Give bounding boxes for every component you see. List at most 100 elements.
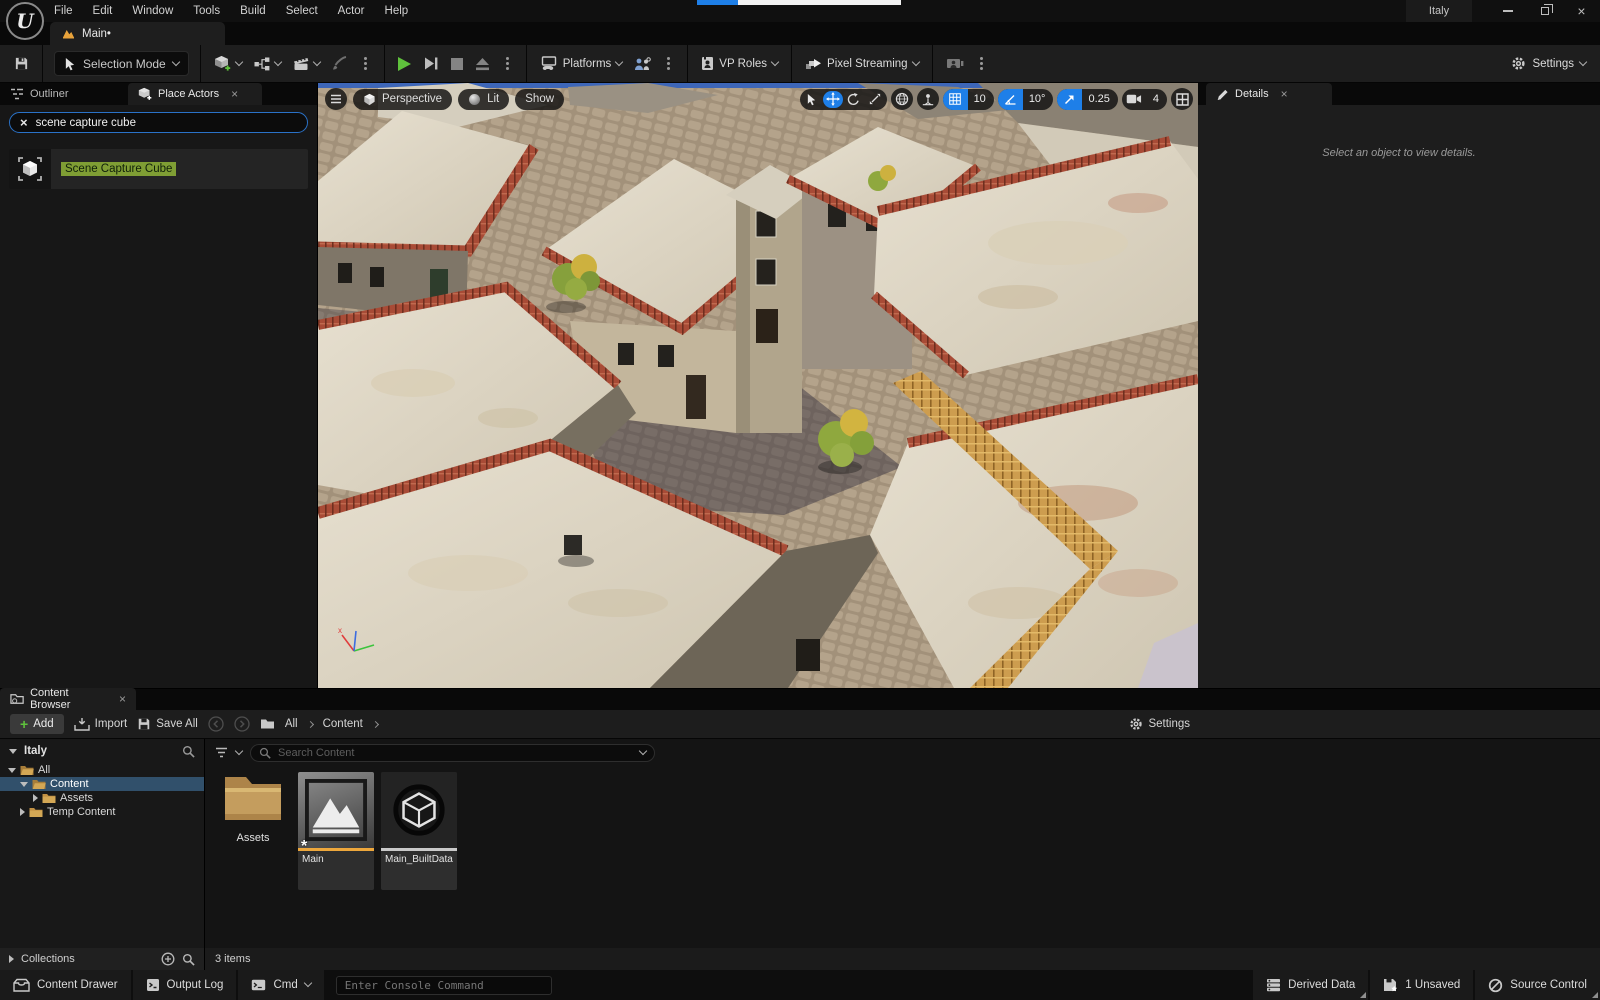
- menu-item-actor[interactable]: Actor: [338, 5, 365, 17]
- cb-settings-button[interactable]: Settings: [1129, 717, 1190, 731]
- chevron-down-icon[interactable]: [235, 746, 243, 754]
- select-tool[interactable]: [802, 91, 822, 108]
- restore-button[interactable]: [1526, 0, 1563, 22]
- close-icon[interactable]: ×: [119, 692, 126, 706]
- camera-speed-control[interactable]: 4: [1122, 89, 1167, 110]
- content-drawer-button[interactable]: Content Drawer: [0, 970, 131, 1000]
- add-collection-icon[interactable]: [161, 952, 175, 966]
- console-command-input[interactable]: [345, 979, 543, 992]
- settings-dropdown[interactable]: Settings: [1511, 56, 1592, 71]
- chevron-down-icon: [234, 57, 242, 65]
- cursor-icon: [64, 57, 76, 71]
- save-all-button[interactable]: Save All: [137, 717, 198, 731]
- chevron-down-icon[interactable]: [639, 746, 647, 754]
- close-icon[interactable]: ×: [231, 87, 238, 101]
- perspective-dropdown[interactable]: Perspective: [353, 89, 452, 110]
- status-bar: Content Drawer Output Log Cmd Derived Da…: [0, 970, 1600, 1000]
- place-actors-search-input[interactable]: [36, 117, 297, 129]
- menu-item-edit[interactable]: Edit: [93, 5, 113, 17]
- menu-item-file[interactable]: File: [54, 5, 73, 17]
- grid-snap-control[interactable]: 10: [943, 89, 994, 110]
- folder-icon: [222, 772, 284, 824]
- add-actor-button[interactable]: [208, 51, 248, 77]
- stop-button[interactable]: [445, 51, 469, 77]
- level-tab-main[interactable]: Main•: [50, 22, 225, 45]
- skip-frame-button[interactable]: [417, 51, 445, 77]
- cinematics-button[interactable]: [287, 51, 326, 77]
- show-dropdown[interactable]: Show: [515, 89, 564, 110]
- surface-snapping-button[interactable]: [917, 88, 939, 110]
- move-tool[interactable]: [823, 91, 843, 108]
- forward-button[interactable]: [234, 716, 250, 732]
- multi-user-options-menu[interactable]: [657, 51, 680, 77]
- output-log-button[interactable]: Output Log: [133, 970, 237, 1000]
- place-actors-search-field[interactable]: ×: [9, 112, 308, 133]
- scale-snap-control[interactable]: 0.25: [1057, 89, 1117, 110]
- unsaved-button[interactable]: 1 Unsaved: [1370, 970, 1473, 1000]
- capture-options-menu[interactable]: [970, 51, 993, 77]
- menu-item-build[interactable]: Build: [240, 5, 266, 17]
- scale-tool[interactable]: [865, 91, 885, 108]
- tab-details[interactable]: Details ×: [1206, 83, 1332, 105]
- content-search-input[interactable]: [278, 747, 633, 759]
- vp-roles-dropdown[interactable]: VP Roles: [695, 51, 784, 77]
- console-command-field[interactable]: [336, 976, 552, 995]
- toolbar-overflow-menu[interactable]: [354, 51, 377, 77]
- minimize-button[interactable]: [1489, 0, 1526, 22]
- blueprints-button[interactable]: [248, 51, 287, 77]
- tab-outliner[interactable]: Outliner: [0, 83, 128, 105]
- level-viewport[interactable]: x Perspective Lit Show: [318, 83, 1198, 688]
- multi-user-button[interactable]: [628, 51, 657, 77]
- lit-dropdown[interactable]: Lit: [458, 89, 509, 110]
- close-icon[interactable]: ×: [1281, 87, 1288, 101]
- unreal-logo-icon[interactable]: U: [6, 2, 44, 40]
- source-root-dropdown[interactable]: Italy: [0, 739, 204, 763]
- play-options-menu[interactable]: [496, 51, 519, 77]
- search-icon[interactable]: [182, 953, 195, 966]
- import-button[interactable]: Import: [74, 718, 128, 731]
- clear-search-icon[interactable]: ×: [20, 116, 28, 129]
- pixel-streaming-dropdown[interactable]: Pixel Streaming: [799, 51, 925, 77]
- content-search-field[interactable]: [250, 744, 655, 762]
- back-button[interactable]: [208, 716, 224, 732]
- rotation-snap-control[interactable]: 10°: [998, 89, 1054, 110]
- menu-item-select[interactable]: Select: [286, 5, 318, 17]
- filter-icon[interactable]: [215, 747, 228, 758]
- breadcrumb-content[interactable]: Content: [323, 718, 363, 730]
- rotate-tool[interactable]: [844, 91, 864, 108]
- menu-item-window[interactable]: Window: [132, 5, 173, 17]
- menu-item-help[interactable]: Help: [385, 5, 409, 17]
- media-capture-button[interactable]: [940, 51, 970, 77]
- tree-item-content[interactable]: Content: [0, 777, 204, 791]
- save-button[interactable]: [8, 51, 35, 77]
- kebab-icon: [980, 62, 983, 65]
- eject-button[interactable]: [469, 51, 496, 77]
- tree-item-all[interactable]: All: [0, 763, 204, 777]
- progress-bar: [697, 0, 901, 5]
- asset-tile-folder[interactable]: Assets: [215, 772, 291, 844]
- viewport-options-menu[interactable]: [325, 88, 347, 110]
- tree-item-temp-content[interactable]: Temp Content: [0, 805, 204, 819]
- tab-place-actors[interactable]: Place Actors ×: [128, 83, 262, 105]
- search-icon[interactable]: [182, 745, 195, 758]
- close-button[interactable]: ×: [1563, 0, 1600, 22]
- maximize-viewport-button[interactable]: [1171, 88, 1193, 110]
- derived-data-button[interactable]: Derived Data: [1253, 970, 1368, 1000]
- asset-tile-built-data[interactable]: Main_BuiltData: [381, 772, 457, 890]
- tab-content-browser[interactable]: Content Browser ×: [0, 688, 136, 710]
- landscape-paint-button[interactable]: [326, 51, 354, 77]
- tree-item-assets[interactable]: Assets: [0, 791, 204, 805]
- menu-item-tools[interactable]: Tools: [193, 5, 220, 17]
- unsaved-label: 1 Unsaved: [1405, 979, 1460, 991]
- source-control-button[interactable]: Source Control: [1475, 970, 1600, 1000]
- breadcrumb-all[interactable]: All: [285, 718, 298, 730]
- cmd-dropdown[interactable]: Cmd: [238, 970, 323, 1000]
- play-button[interactable]: [392, 51, 417, 77]
- asset-tile-level[interactable]: Main *: [298, 772, 374, 890]
- add-button[interactable]: + Add: [10, 714, 64, 734]
- platforms-dropdown[interactable]: Platforms: [534, 51, 629, 77]
- place-actor-result-scene-capture-cube[interactable]: Scene Capture Cube: [9, 149, 308, 189]
- selection-mode-dropdown[interactable]: Selection Mode: [54, 51, 189, 76]
- collections-bar[interactable]: Collections: [0, 948, 204, 970]
- world-local-toggle[interactable]: [891, 88, 913, 110]
